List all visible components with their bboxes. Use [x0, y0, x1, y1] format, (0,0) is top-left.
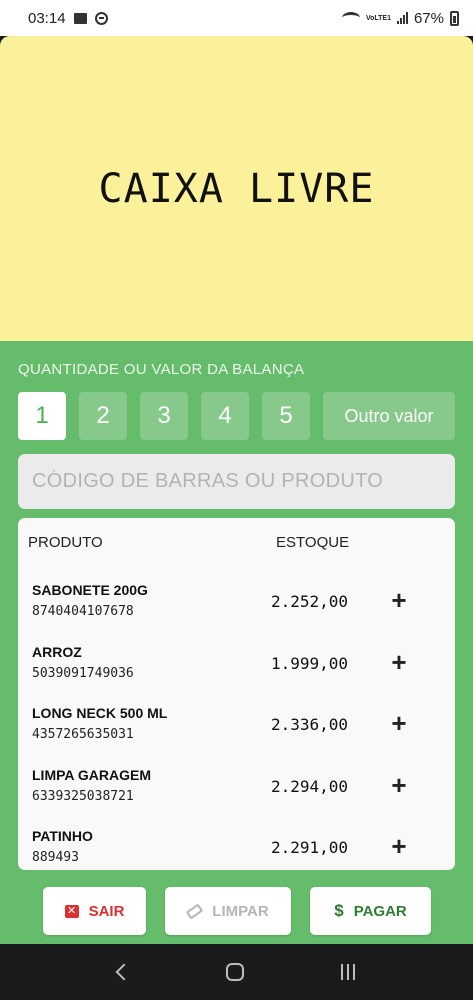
product-name: LONG NECK 500 ML	[32, 705, 168, 721]
pay-label: PAGAR	[353, 902, 407, 920]
exit-button[interactable]: ✕ SAIR	[43, 887, 146, 935]
status-banner: CAIXA LIVRE	[0, 36, 473, 341]
quantity-label: QUANTIDADE OU VALOR DA BALANÇA	[18, 361, 305, 378]
add-icon[interactable]: +	[388, 833, 410, 859]
product-stock: 1.999,00	[271, 653, 349, 673]
status-right: VoLTE1 67%	[341, 9, 459, 27]
banner-title: CAIXA LIVRE	[98, 165, 375, 212]
table-row[interactable]: ARROZ 5039091749036 1.999,00 +	[18, 640, 455, 702]
pos-app: CAIXA LIVRE QUANTIDADE OU VALOR DA BALAN…	[0, 36, 473, 944]
status-time: 03:14	[28, 9, 66, 27]
product-list-card: PRODUTO ESTOQUE SABONETE 200G 8740404107…	[18, 518, 455, 870]
product-stock: 2.336,00	[271, 715, 349, 734]
product-name: ARROZ	[32, 643, 82, 660]
quantity-option-2[interactable]: 2	[79, 392, 127, 440]
clear-button[interactable]: LIMPAR	[165, 887, 291, 935]
header-stock: ESTOQUE	[276, 534, 350, 551]
add-icon[interactable]: +	[388, 649, 410, 675]
other-value-button[interactable]: Outro valor	[323, 392, 455, 440]
recent-apps-icon[interactable]	[340, 964, 355, 980]
table-row[interactable]: SABONETE 200G 8740404107678 2.252,00 +	[18, 578, 455, 640]
product-code: 8740404107678	[32, 604, 134, 619]
navigation-bar	[0, 944, 473, 1000]
add-icon[interactable]: +	[388, 587, 410, 613]
close-icon: ✕	[64, 904, 79, 918]
product-stock: 2.294,00	[271, 776, 349, 796]
exit-label: SAIR	[88, 902, 125, 920]
dollar-icon: $	[334, 901, 344, 920]
signal-icon	[396, 12, 408, 24]
quantity-option-3[interactable]: 3	[140, 392, 188, 440]
home-icon[interactable]	[226, 963, 245, 981]
wifi-icon	[341, 12, 360, 24]
product-stock: 2.252,00	[271, 592, 349, 611]
product-code: 889493	[32, 850, 79, 865]
product-code: 5039091749036	[32, 665, 134, 681]
pay-button[interactable]: $ PAGAR	[310, 887, 431, 935]
product-code: 4357265635031	[32, 727, 134, 742]
barcode-product-search-input[interactable]	[18, 454, 455, 509]
product-name: LIMPA GARAGEM	[32, 766, 151, 783]
back-icon[interactable]	[115, 963, 133, 981]
quantity-option-4[interactable]: 4	[201, 392, 249, 440]
quantity-option-1[interactable]: 1	[18, 392, 66, 440]
volte-label: VoLTE1	[365, 14, 391, 22]
add-icon[interactable]: +	[388, 772, 410, 798]
clear-label: LIMPAR	[212, 902, 269, 920]
do-not-disturb-icon	[94, 11, 108, 25]
quantity-selector: 1 2 3 4 5 Outro valor	[18, 392, 455, 440]
eraser-icon	[186, 903, 204, 919]
gallery-icon	[73, 12, 87, 24]
table-row[interactable]: LONG NECK 500 ML 4357265635031 2.336,00 …	[18, 701, 455, 763]
battery-icon	[450, 10, 459, 26]
product-stock: 2.291,00	[271, 838, 349, 857]
product-name: PATINHO	[32, 828, 93, 844]
battery-percent: 67%	[413, 9, 444, 27]
status-bar: 03:14 VoLTE1 67%	[0, 0, 473, 36]
add-icon[interactable]: +	[388, 710, 410, 736]
header-product: PRODUTO	[28, 534, 103, 551]
product-code: 6339325038721	[32, 788, 134, 804]
table-row[interactable]: LIMPA GARAGEM 6339325038721 2.294,00 +	[18, 763, 455, 825]
quantity-option-5[interactable]: 5	[262, 392, 310, 440]
status-left: 03:14	[28, 10, 108, 27]
product-name: SABONETE 200G	[32, 582, 148, 598]
table-row[interactable]: PATINHO 889493 2.291,00 +	[18, 824, 455, 870]
product-rows: SABONETE 200G 8740404107678 2.252,00 + A…	[18, 578, 455, 870]
